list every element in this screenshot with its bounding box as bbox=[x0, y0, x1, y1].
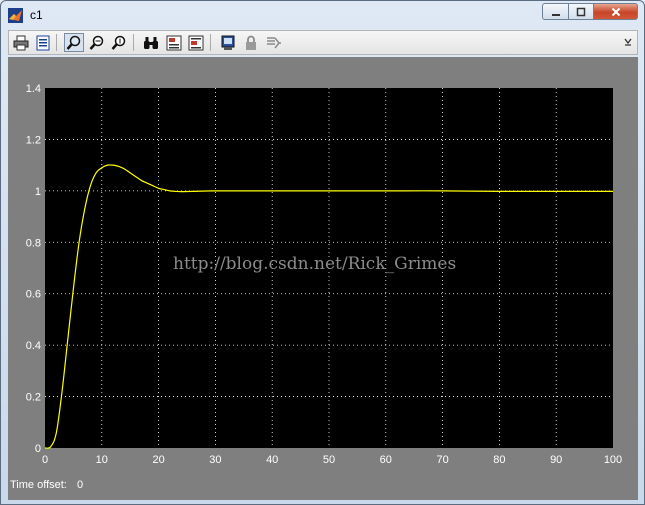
zoom-icon bbox=[66, 35, 81, 50]
zoom-x-button[interactable] bbox=[87, 33, 107, 52]
save-axes-settings-icon bbox=[166, 35, 182, 50]
y-tick-label: 0.4 bbox=[26, 340, 41, 352]
toolbar-separator bbox=[56, 34, 57, 51]
title-bar[interactable]: c1 bbox=[1, 1, 644, 29]
x-tick-label: 10 bbox=[96, 454, 108, 466]
print-button[interactable] bbox=[11, 33, 31, 52]
floating-scope-button[interactable] bbox=[218, 33, 238, 52]
signal-selection-icon bbox=[267, 36, 281, 48]
floating-scope-icon bbox=[221, 35, 235, 50]
y-tick-label: 0.8 bbox=[26, 237, 41, 249]
time-offset-value: 0 bbox=[77, 479, 84, 491]
y-tick-label: 1 bbox=[35, 186, 41, 198]
matlab-logo-icon bbox=[8, 8, 23, 23]
y-tick-label: 1.4 bbox=[26, 83, 41, 95]
zoom-button[interactable] bbox=[64, 33, 84, 52]
x-tick-label: 0 bbox=[42, 454, 48, 466]
zoom-x-axis-icon bbox=[89, 35, 104, 50]
toolbar-separator bbox=[133, 34, 134, 51]
parameters-icon bbox=[36, 35, 50, 50]
close-icon bbox=[611, 7, 620, 16]
save-axes-button[interactable] bbox=[164, 33, 184, 52]
x-tick-label: 90 bbox=[550, 454, 562, 466]
x-tick-label: 60 bbox=[380, 454, 392, 466]
minimize-icon bbox=[551, 13, 560, 16]
y-tick-label: 0 bbox=[35, 443, 41, 455]
x-tick-label: 40 bbox=[266, 454, 278, 466]
autoscale-button[interactable] bbox=[141, 33, 161, 52]
y-tick-label: 1.2 bbox=[26, 134, 41, 146]
y-tick-labels: 0 0.2 0.4 0.6 0.8 1 1.2 1.4 bbox=[26, 83, 41, 455]
scope-plot[interactable]: 0 10 20 30 40 50 60 70 80 90 100 0 0.2 0.4 0.6 0.8 1 1.2… bbox=[8, 57, 638, 500]
toolbar-separator bbox=[210, 34, 211, 51]
scope-window: c1 0 10 20 30 40 50 60 70 80 90 100 0 0.… bbox=[0, 0, 645, 505]
lock-axes-button[interactable] bbox=[241, 33, 261, 52]
signal-selection-button[interactable] bbox=[264, 33, 284, 52]
binoculars-icon bbox=[144, 36, 158, 49]
y-tick-label: 0.2 bbox=[26, 392, 41, 404]
minimize-button[interactable] bbox=[542, 3, 568, 20]
zoom-y-axis-icon bbox=[111, 35, 126, 50]
toolbar-overflow-icon[interactable] bbox=[623, 36, 633, 48]
time-offset-label: Time offset: bbox=[10, 479, 67, 491]
restore-axes-button[interactable] bbox=[186, 33, 206, 52]
scope-toolbar bbox=[8, 30, 638, 55]
printer-icon bbox=[13, 35, 29, 50]
x-tick-label: 50 bbox=[323, 454, 335, 466]
restore-axes-settings-icon bbox=[188, 35, 204, 50]
x-tick-label: 80 bbox=[493, 454, 505, 466]
parameters-button[interactable] bbox=[33, 33, 53, 52]
x-tick-labels: 0 10 20 30 40 50 60 70 80 90 100 bbox=[42, 454, 622, 466]
zoom-y-button[interactable] bbox=[109, 33, 129, 52]
x-tick-label: 20 bbox=[152, 454, 164, 466]
window-controls bbox=[542, 3, 638, 21]
scope-figure: 0 10 20 30 40 50 60 70 80 90 100 0 0.2 0.4 0.6 0.8 1 1.2… bbox=[8, 57, 638, 500]
maximize-button[interactable] bbox=[568, 3, 593, 20]
watermark-text: http://blog.csdn.net/Rick_Grimes bbox=[173, 254, 456, 274]
y-tick-label: 0.6 bbox=[26, 289, 41, 301]
lock-icon bbox=[246, 35, 256, 50]
x-tick-label: 100 bbox=[604, 454, 622, 466]
window-title: c1 bbox=[30, 8, 43, 22]
close-button[interactable] bbox=[593, 3, 638, 20]
maximize-icon bbox=[576, 7, 586, 16]
x-tick-label: 30 bbox=[209, 454, 221, 466]
x-tick-label: 70 bbox=[436, 454, 448, 466]
